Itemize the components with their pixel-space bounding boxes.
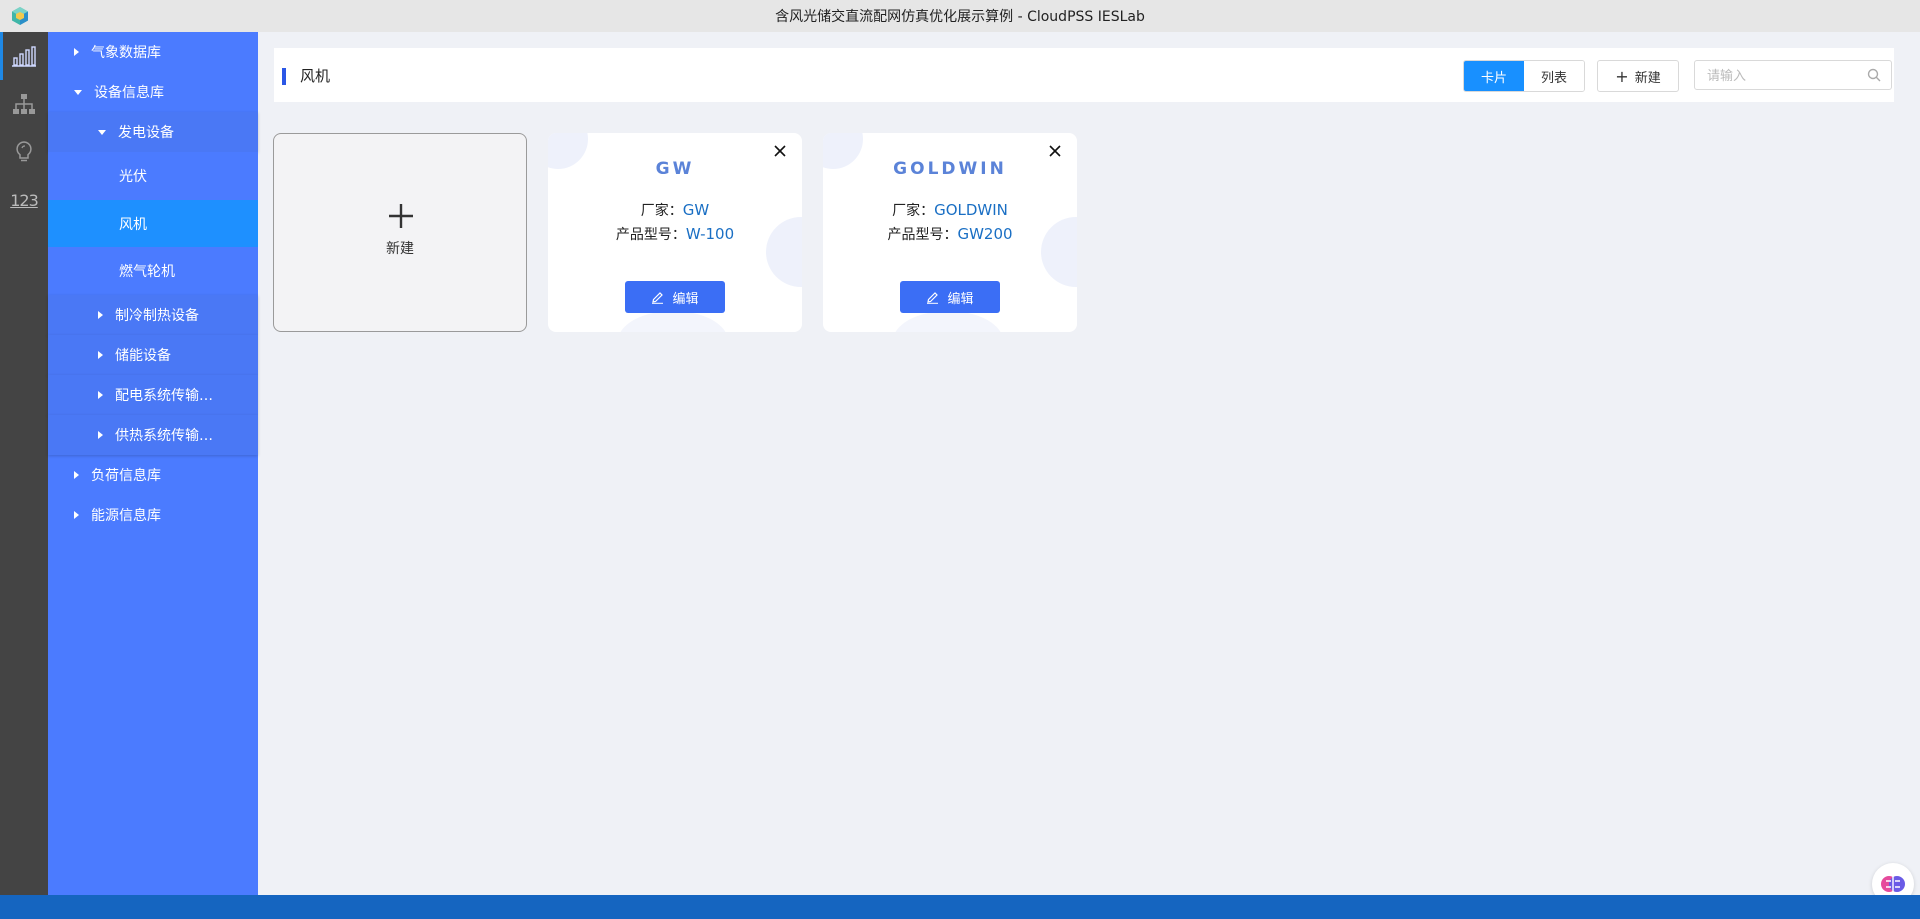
model-row: 产品型号：GW200 [823, 224, 1077, 244]
vendor-row: 厂家：GW [548, 200, 802, 220]
tree-item-generation[interactable]: 发电设备 [48, 112, 258, 152]
new-button[interactable]: + 新建 [1597, 60, 1679, 92]
tree-item-gas-turbine[interactable]: 燃气轮机 [48, 247, 258, 295]
hierarchy-icon [13, 94, 35, 114]
tree-item-label: 设备信息库 [94, 85, 164, 101]
rail-item-numbers[interactable]: 123 [0, 176, 48, 224]
device-card: GW 厂家：GW 产品型号：W-100 编辑 [548, 133, 802, 332]
brain-icon [1881, 876, 1905, 892]
tree-item-label: 供热系统传输… [115, 428, 213, 444]
title-accent-bar [282, 68, 286, 85]
search-input[interactable] [1705, 62, 1859, 90]
pencil-icon [927, 291, 939, 304]
card-title: GOLDWIN [893, 159, 1007, 179]
app-logo-icon [12, 7, 28, 25]
tree-item-label: 能源信息库 [91, 508, 161, 524]
model-row: 产品型号：W-100 [548, 224, 802, 244]
page-title: 风机 [300, 67, 331, 85]
model-value: W-100 [685, 225, 735, 243]
close-icon[interactable] [1047, 143, 1063, 159]
caret-right-icon [98, 391, 103, 399]
tree-item-equipment[interactable]: 设备信息库 [48, 72, 258, 112]
tree-item-pv[interactable]: 光伏 [48, 152, 258, 200]
tree-item-wind[interactable]: 风机 [48, 200, 258, 247]
edit-button-label: 编辑 [947, 291, 974, 307]
tree-item-label: 负荷信息库 [91, 468, 161, 484]
tree-item-hvac[interactable]: 制冷制热设备 [48, 295, 258, 335]
vendor-row: 厂家：GOLDWIN [823, 200, 1077, 220]
caret-right-icon [98, 351, 103, 359]
vendor-value: GW [682, 201, 710, 219]
new-card[interactable]: 新建 [273, 133, 527, 332]
tree-item-weather[interactable]: 气象数据库 [48, 32, 258, 72]
device-card: GOLDWIN 厂家：GOLDWIN 产品型号：GW200 编辑 [823, 133, 1077, 332]
plus-icon [389, 204, 413, 228]
vendor-label: 厂家： [892, 203, 935, 219]
vendor-label: 厂家： [640, 203, 683, 219]
tree-item-energy[interactable]: 能源信息库 [48, 495, 258, 535]
window-title: 含风光储交直流配网仿真优化展示算例 - CloudPSS IESLab [775, 9, 1145, 25]
new-button-label: 新建 [1634, 70, 1661, 86]
tree-item-label: 气象数据库 [91, 45, 161, 61]
pencil-icon [652, 291, 664, 304]
model-value: GW200 [957, 225, 1013, 243]
rail-item-topology[interactable] [0, 80, 48, 128]
caret-down-icon [98, 129, 106, 135]
tree-item-label: 光伏 [119, 169, 147, 185]
tree-item-label: 储能设备 [115, 348, 171, 364]
caret-right-icon [98, 431, 103, 439]
vendor-value: GOLDWIN [934, 201, 1008, 219]
lightbulb-icon [16, 141, 32, 162]
tree-item-label: 制冷制热设备 [115, 308, 199, 324]
caret-right-icon [74, 48, 79, 56]
tree-item-label: 发电设备 [118, 125, 174, 141]
caret-right-icon [74, 511, 79, 519]
tree-item-label: 风机 [119, 216, 147, 233]
tree-item-storage[interactable]: 储能设备 [48, 335, 258, 375]
card-title: GW [655, 159, 695, 179]
edit-button[interactable]: 编辑 [900, 281, 1000, 313]
tree-item-heat-transmission[interactable]: 供热系统传输… [48, 415, 258, 455]
caret-right-icon [74, 471, 79, 479]
caret-right-icon [98, 311, 103, 319]
view-toggle: 卡片 列表 [1463, 60, 1585, 92]
tree-item-label: 配电系统传输… [115, 388, 213, 404]
bar-chart-icon [12, 46, 36, 67]
rail-item-charts[interactable] [0, 32, 48, 80]
content-header: 风机 卡片 列表 + 新建 [274, 48, 1894, 102]
numbers-icon: 123 [10, 190, 39, 210]
status-bar [0, 895, 1920, 919]
device-tree: 气象数据库 设备信息库 发电设备 光伏 风机 燃气轮机 制冷制热设备 储能设备 … [48, 32, 258, 895]
model-label: 产品型号： [615, 227, 686, 243]
new-card-label: 新建 [386, 241, 414, 257]
edit-button[interactable]: 编辑 [625, 281, 725, 313]
decor-bubble [893, 311, 1003, 332]
edit-button-label: 编辑 [672, 291, 699, 307]
tree-item-load[interactable]: 负荷信息库 [48, 455, 258, 495]
tree-item-power-transmission[interactable]: 配电系统传输… [48, 375, 258, 415]
search-box [1694, 60, 1892, 90]
plus-icon: + [1615, 66, 1629, 86]
model-label: 产品型号： [887, 227, 958, 243]
tab-card-view[interactable]: 卡片 [1464, 61, 1524, 91]
icon-rail: 123 [0, 32, 48, 895]
decor-bubble [618, 311, 728, 332]
tree-item-label: 燃气轮机 [119, 264, 175, 280]
caret-down-icon [74, 89, 82, 95]
tab-list-view[interactable]: 列表 [1524, 61, 1584, 91]
close-icon[interactable] [772, 143, 788, 159]
rail-item-ideas[interactable] [0, 128, 48, 176]
search-icon[interactable] [1867, 68, 1881, 82]
window-titlebar: 含风光储交直流配网仿真优化展示算例 - CloudPSS IESLab [0, 0, 1920, 32]
